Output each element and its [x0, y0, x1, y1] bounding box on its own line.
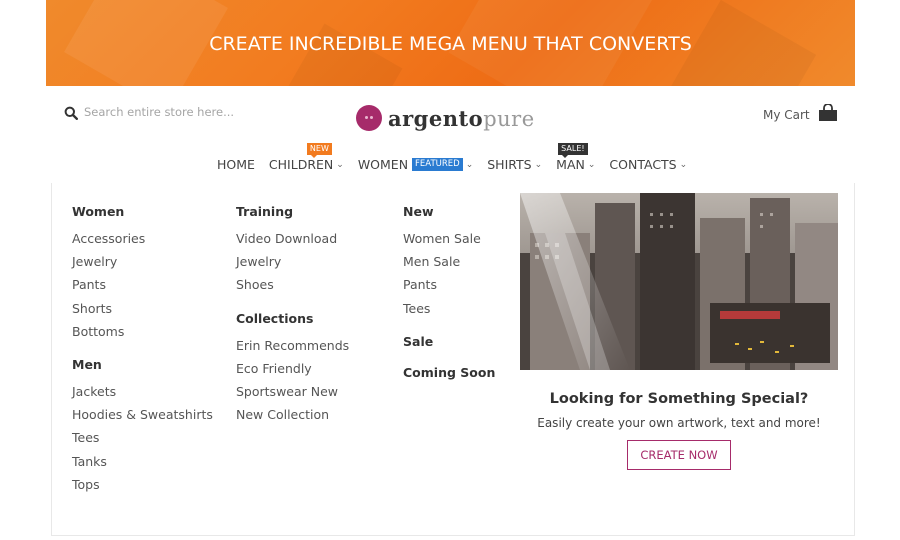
menu-link[interactable]: Erin Recommends	[236, 334, 349, 357]
menu-link[interactable]: Men Sale	[403, 250, 495, 273]
menu-column-women-men: Women Accessories Jewelry Pants Shorts B…	[72, 204, 213, 510]
nav-home[interactable]: HOME	[217, 157, 255, 172]
menu-link[interactable]: Accessories	[72, 227, 213, 250]
create-now-button[interactable]: CREATE NOW	[627, 440, 731, 470]
menu-heading-women[interactable]: Women	[72, 204, 213, 219]
menu-link[interactable]: Pants	[72, 273, 213, 296]
promo-banner[interactable]: CREATE INCREDIBLE MEGA MENU THAT CONVERT…	[46, 0, 855, 86]
menu-link[interactable]: Video Download	[236, 227, 349, 250]
search-input[interactable]	[84, 105, 264, 119]
menu-link[interactable]: Bottoms	[72, 320, 213, 343]
menu-link[interactable]: Tees	[72, 426, 213, 449]
promo-subtitle: Easily create your own artwork, text and…	[537, 416, 821, 430]
menu-heading-training[interactable]: Training	[236, 204, 349, 219]
chevron-down-icon: ⌄	[587, 159, 596, 170]
shopping-bag-icon	[818, 103, 838, 126]
chevron-down-icon: ⌄	[534, 159, 543, 170]
search-bar	[64, 105, 264, 121]
featured-badge: FEATURED	[412, 158, 463, 171]
menu-link[interactable]: Sportswear New	[236, 380, 349, 403]
menu-heading-sale[interactable]: Sale	[403, 334, 495, 349]
menu-heading-coming-soon[interactable]: Coming Soon	[403, 365, 495, 380]
menu-link[interactable]: Jewelry	[72, 250, 213, 273]
button-logo-icon	[356, 105, 382, 131]
menu-link[interactable]: Shorts	[72, 297, 213, 320]
chevron-down-icon: ⌄	[679, 159, 688, 170]
menu-link[interactable]: Shoes	[236, 273, 349, 296]
chevron-down-icon: ⌄	[465, 159, 474, 170]
promo-block: Looking for Something Special? Easily cr…	[520, 193, 838, 470]
menu-link[interactable]: Jewelry	[236, 250, 349, 273]
sale-badge: SALE!	[558, 143, 588, 158]
menu-link[interactable]: Jackets	[72, 380, 213, 403]
search-icon[interactable]	[64, 105, 79, 121]
promo-title: Looking for Something Special?	[549, 391, 809, 407]
nav-women[interactable]: WOMEN FEATURED ⌄	[358, 157, 473, 172]
store-logo[interactable]: argentopure	[356, 105, 535, 131]
menu-link[interactable]: Tanks	[72, 450, 213, 473]
menu-column-training-collections: Training Video Download Jewelry Shoes Co…	[236, 204, 349, 440]
main-nav: HOME NEW CHILDREN ⌄ WOMEN FEATURED ⌄ SHIR…	[217, 143, 701, 172]
nav-shirts[interactable]: SHIRTS ⌄	[487, 157, 542, 172]
menu-column-new-sale: New Women Sale Men Sale Pants Tees Sale …	[403, 204, 495, 394]
chevron-down-icon: ⌄	[336, 159, 344, 170]
menu-link[interactable]: Tops	[72, 473, 213, 496]
menu-link[interactable]: Women Sale	[403, 227, 495, 250]
nav-contacts[interactable]: CONTACTS ⌄	[609, 157, 687, 172]
menu-link[interactable]: Pants	[403, 273, 495, 296]
nav-man[interactable]: SALE! MAN ⌄	[556, 143, 596, 172]
menu-heading-new[interactable]: New	[403, 204, 495, 219]
city-skyline-image[interactable]	[520, 193, 838, 370]
menu-heading-collections[interactable]: Collections	[236, 311, 349, 326]
menu-link[interactable]: Hoodies & Sweatshirts	[72, 403, 213, 426]
nav-children[interactable]: NEW CHILDREN ⌄	[269, 143, 344, 172]
mega-menu-dropdown: Women Accessories Jewelry Pants Shorts B…	[51, 183, 855, 536]
new-badge: NEW	[306, 143, 332, 158]
logo-text: argentopure	[388, 105, 535, 131]
cart-link[interactable]: My Cart	[763, 103, 838, 126]
menu-heading-men[interactable]: Men	[72, 357, 213, 372]
menu-link[interactable]: New Collection	[236, 403, 349, 426]
banner-text: CREATE INCREDIBLE MEGA MENU THAT CONVERT…	[209, 33, 692, 55]
menu-link[interactable]: Eco Friendly	[236, 357, 349, 380]
menu-link[interactable]: Tees	[403, 297, 495, 320]
cart-label: My Cart	[763, 108, 810, 122]
